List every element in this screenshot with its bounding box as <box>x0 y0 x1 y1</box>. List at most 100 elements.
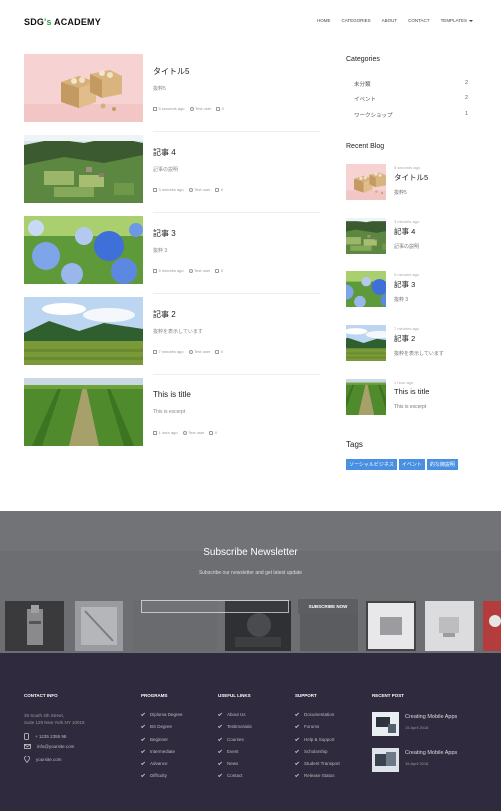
newsletter-email-input[interactable] <box>141 600 289 613</box>
phone-row: + 1235 2355 98 <box>24 733 66 740</box>
footer-link[interactable]: Diploma Degree <box>140 711 183 724</box>
recent-blog-thumbnail[interactable] <box>346 164 386 200</box>
programs-list: Diploma Degree BS Degree Beginner Interm… <box>140 711 183 786</box>
post-divider <box>153 131 320 132</box>
footer-link[interactable]: Scholarship <box>294 748 340 761</box>
user-icon <box>189 106 194 111</box>
recent-blog-item[interactable]: 7 minutes ago 記事 2 抜粋を表示しています <box>346 325 471 361</box>
nav-about[interactable]: ABOUT <box>382 18 398 23</box>
website-row[interactable]: yoursite.com <box>24 756 62 763</box>
check-icon <box>140 773 146 778</box>
recent-blog-thumbnail[interactable] <box>346 325 386 361</box>
recent-blog-title[interactable]: 記事 3 <box>394 279 415 290</box>
check-icon <box>217 711 223 717</box>
category-item[interactable]: ワークショップ 1 <box>354 111 468 119</box>
post-thumbnail[interactable] <box>24 54 143 122</box>
check-icon <box>140 736 146 741</box>
footer-link[interactable]: Courses <box>217 736 252 749</box>
newsletter-heading: Subscribe Newsletter <box>203 547 298 558</box>
gallery-photo <box>366 601 416 651</box>
category-item[interactable]: 未分類 2 <box>354 80 468 88</box>
post-title[interactable]: 記事 2 <box>153 309 176 320</box>
recent-blog-item[interactable]: 5 minutes ago 記事 3 抜粋 3 <box>346 271 471 307</box>
tag[interactable]: イベント <box>398 459 425 470</box>
check-icon <box>294 736 300 741</box>
nav-contact[interactable]: CONTACT <box>408 18 429 23</box>
calendar-icon <box>153 349 157 354</box>
footer-link[interactable]: About Us <box>217 711 252 724</box>
footer-recent-post[interactable]: Creating Mobile Apps 15 April 2018 <box>372 712 482 736</box>
recent-blog-title[interactable]: This is title <box>394 387 429 396</box>
post-title[interactable]: 記事 3 <box>153 228 176 239</box>
newsletter-section: Subscribe Newsletter Subscribe our newsl… <box>0 511 501 653</box>
footer-link[interactable]: Forums <box>294 724 340 736</box>
site-logo[interactable]: SDG's ACADEMY <box>24 17 101 27</box>
post-title[interactable]: 記事 4 <box>153 147 176 158</box>
tag-cloud: ソーシャルビジネス イベント 的な御説明 <box>346 459 471 470</box>
main-nav: HOME CATEGORIES ABOUT CONTACT TEMPLATES <box>317 18 473 23</box>
post-card[interactable]: 記事 3 抜粋 3 5 minutes ago Test user 0 <box>24 216 320 284</box>
recent-blog-title[interactable]: 記事 2 <box>394 333 415 344</box>
recent-blog-item[interactable]: 3 minutes ago 記事 4 記事の説明 <box>346 218 471 254</box>
check-icon <box>294 724 300 729</box>
footer-link[interactable]: Student Transport <box>294 761 340 773</box>
footer-link[interactable]: Difficulty <box>140 773 183 785</box>
nav-templates[interactable]: TEMPLATES <box>441 18 473 23</box>
post-thumbnail[interactable] <box>24 378 143 446</box>
post-title[interactable]: タイトル5 <box>153 66 189 77</box>
nav-home[interactable]: HOME <box>317 18 331 23</box>
footer-recent-post[interactable]: Creating Mobile Apps 15 April 2018 <box>372 748 482 772</box>
site-footer: CONTACT INFO 39 South 4th Street, Suite … <box>0 653 501 811</box>
recent-blog-thumbnail[interactable] <box>346 379 386 415</box>
footer-link[interactable]: News <box>217 761 252 773</box>
newsletter-band <box>0 511 501 551</box>
post-card[interactable]: This is title This is excerpt 1 hour ago… <box>24 378 320 446</box>
comment-icon <box>215 349 220 354</box>
footer-link[interactable]: Event <box>217 748 252 761</box>
support-list: Documentation Forums Help & Support Scho… <box>294 711 340 786</box>
footer-link[interactable]: Advance <box>140 761 183 773</box>
calendar-icon <box>153 430 157 435</box>
post-thumbnail[interactable] <box>24 216 143 284</box>
post-card[interactable]: 記事 2 抜粋を表示しています 7 minutes ago Test user … <box>24 297 320 365</box>
post-title[interactable]: This is title <box>153 390 191 399</box>
map-pin-icon <box>24 756 30 763</box>
recent-blog-title[interactable]: 記事 4 <box>394 226 415 237</box>
check-icon <box>217 761 223 766</box>
category-item[interactable]: イベント 2 <box>354 95 468 103</box>
recent-post-thumbnail[interactable] <box>372 748 399 772</box>
recent-blog-title[interactable]: タイトル5 <box>394 172 428 183</box>
post-thumbnail[interactable] <box>24 135 143 203</box>
check-icon <box>140 724 146 729</box>
recent-blog-item[interactable]: 5 seconds ago タイトル5 抜粋5 <box>346 164 471 200</box>
recent-blog-thumbnail[interactable] <box>346 218 386 254</box>
email-row[interactable]: info@yoursite.com <box>24 744 74 749</box>
footer-link[interactable]: BS Degree <box>140 724 183 736</box>
check-icon <box>140 711 146 717</box>
tag[interactable]: ソーシャルビジネス <box>346 459 397 470</box>
recent-blog-heading: Recent Blog <box>346 143 385 150</box>
footer-link[interactable]: Documentation <box>294 711 340 724</box>
comment-icon <box>215 268 220 273</box>
post-card[interactable]: 記事 4 記事の説明 3 minutes ago Test user 0 <box>24 135 320 203</box>
post-card[interactable]: タイトル5 抜粋5 5 seconds ago Test user 0 <box>24 54 320 122</box>
post-divider <box>153 212 320 213</box>
footer-link[interactable]: Intermediate <box>140 748 183 761</box>
post-meta: 3 minutes ago Test user 0 <box>153 187 223 192</box>
recent-post-thumbnail[interactable] <box>372 712 399 736</box>
nav-categories[interactable]: CATEGORIES <box>341 18 370 23</box>
categories-heading: Categories <box>346 56 380 63</box>
footer-link[interactable]: Beginner <box>140 736 183 749</box>
subscribe-button[interactable]: SUBSCRIBE NOW <box>298 599 358 614</box>
recent-blog-thumbnail[interactable] <box>346 271 386 307</box>
post-thumbnail[interactable] <box>24 297 143 365</box>
footer-link[interactable]: Help & Support <box>294 736 340 749</box>
check-icon <box>140 748 146 754</box>
footer-link[interactable]: Contact <box>217 773 252 785</box>
footer-link[interactable]: Release Status <box>294 773 340 785</box>
recent-blog-item[interactable]: 1 hour ago This is title This is excerpt <box>346 379 471 415</box>
post-meta: 1 hour ago Test user 0 <box>153 430 217 435</box>
post-divider <box>153 374 320 375</box>
footer-link[interactable]: Testimonials <box>217 724 252 736</box>
tag[interactable]: 的な御説明 <box>426 459 458 470</box>
